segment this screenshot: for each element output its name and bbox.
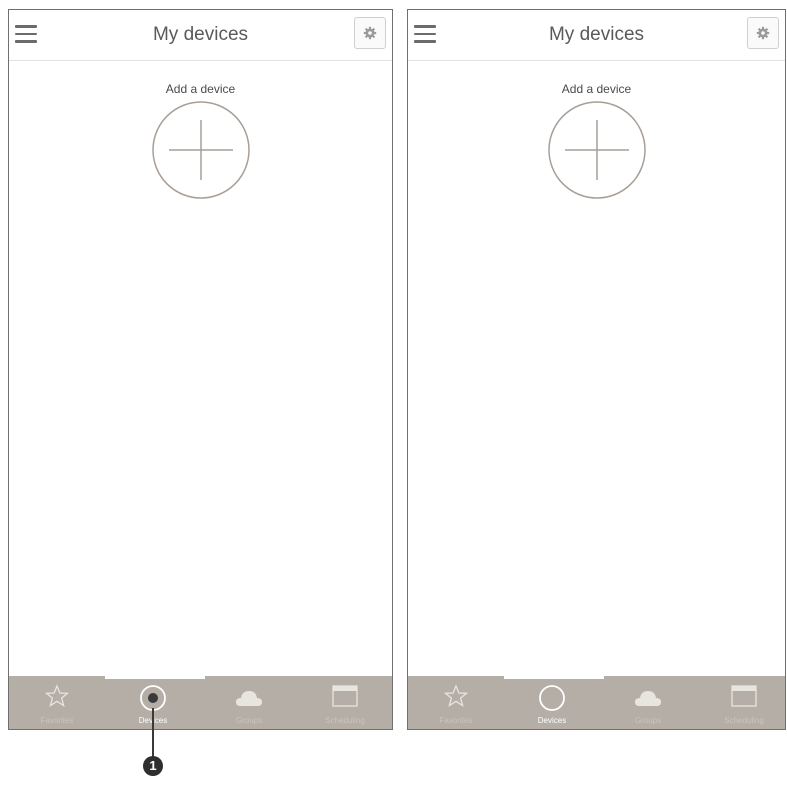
tab-label: Devices bbox=[537, 716, 567, 725]
add-device-button[interactable] bbox=[547, 100, 647, 200]
tab-devices[interactable]: Devices bbox=[504, 676, 600, 729]
calendar-icon bbox=[731, 685, 757, 707]
phone-screen-right: My devices Add a device Favorites Device… bbox=[407, 9, 786, 730]
star-icon bbox=[444, 684, 468, 707]
tab-label: Favorites bbox=[40, 716, 74, 725]
star-icon bbox=[45, 684, 69, 707]
tab-label: Favorites bbox=[439, 716, 473, 725]
tab-favorites[interactable]: Favorites bbox=[9, 676, 105, 729]
gear-icon bbox=[756, 26, 770, 40]
phone-screen-left: My devices Add a device Favorites Groups… bbox=[8, 9, 393, 730]
callout-line bbox=[152, 708, 154, 758]
tab-bar: Favorites Devices Groups Scheduling bbox=[9, 676, 392, 729]
gear-icon bbox=[363, 26, 377, 40]
header-bar: My devices bbox=[408, 10, 785, 61]
tab-scheduling[interactable]: Scheduling bbox=[696, 676, 785, 729]
add-device-label: Add a device bbox=[165, 82, 236, 96]
settings-button[interactable] bbox=[354, 17, 386, 49]
add-device-button[interactable] bbox=[151, 100, 251, 200]
header-bar: My devices bbox=[9, 10, 392, 61]
tab-label: Groups bbox=[634, 716, 662, 725]
page-title: My devices bbox=[152, 24, 249, 45]
tab-groups[interactable]: Groups bbox=[600, 676, 696, 729]
tab-label: Scheduling bbox=[724, 716, 764, 725]
page-title: My devices bbox=[548, 24, 645, 45]
circle-icon bbox=[539, 685, 565, 711]
callout-badge: 1 bbox=[143, 756, 163, 776]
menu-icon[interactable] bbox=[15, 25, 37, 43]
menu-icon[interactable] bbox=[414, 25, 436, 43]
add-device-label: Add a device bbox=[561, 82, 632, 96]
tab-label: Groups bbox=[235, 716, 263, 725]
cloud-icon bbox=[236, 691, 262, 706]
tab-scheduling[interactable]: Scheduling bbox=[297, 676, 392, 729]
cloud-icon bbox=[635, 691, 661, 706]
calendar-icon bbox=[332, 685, 358, 707]
tab-favorites[interactable]: Favorites bbox=[408, 676, 504, 729]
tab-bar: Favorites Devices Groups Scheduling bbox=[408, 676, 785, 729]
tab-groups[interactable]: Groups bbox=[201, 676, 297, 729]
tab-label: Scheduling bbox=[325, 716, 365, 725]
settings-button[interactable] bbox=[747, 17, 779, 49]
